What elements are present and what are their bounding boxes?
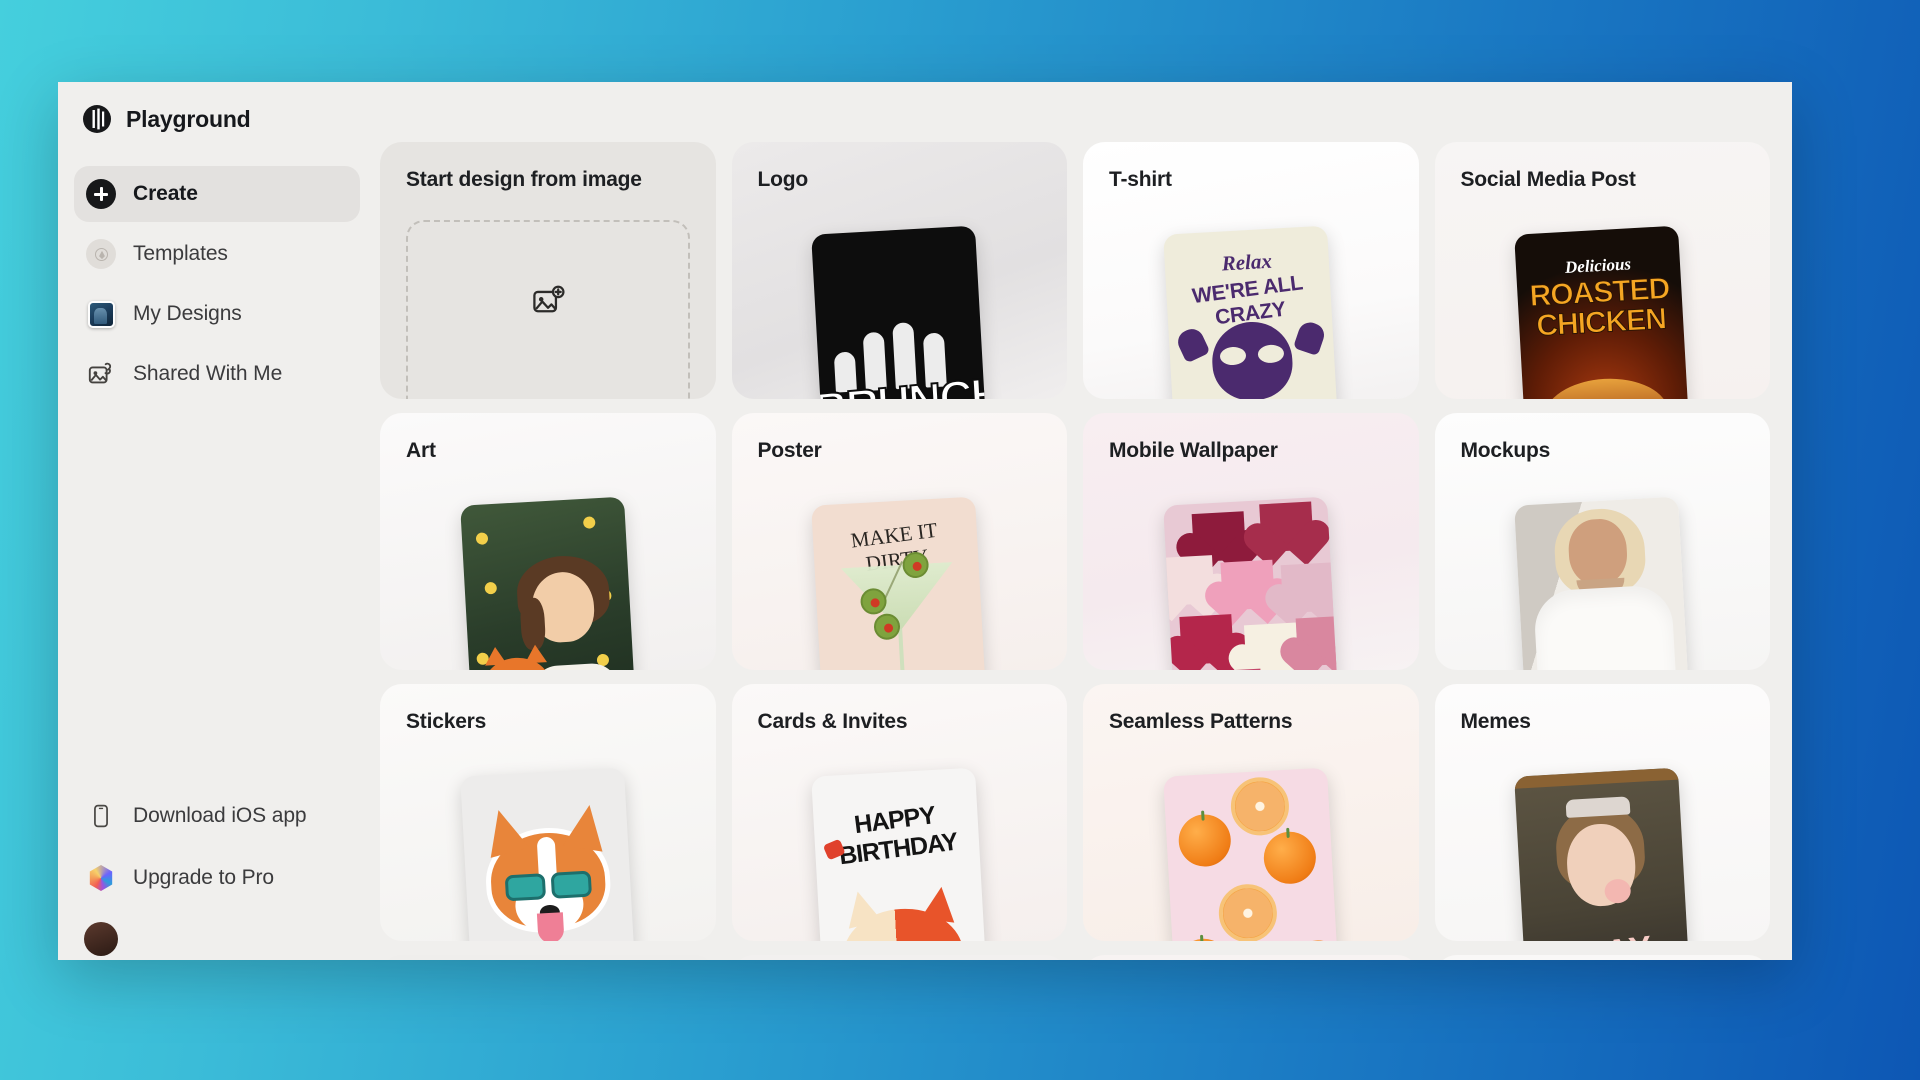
sidebar-item-templates[interactable]: Templates (74, 226, 360, 282)
pro-hexagon-icon (86, 863, 116, 893)
card-thumbnail-social-media-post: Delicious ROASTED CHICKEN (1514, 225, 1691, 399)
sidebar-item-label-pro: Upgrade to Pro (133, 866, 275, 889)
sidebar-item-shared-with-me[interactable]: Shared With Me (74, 346, 360, 402)
corgi-ear-right (562, 801, 609, 852)
corgi-tongue (536, 912, 565, 941)
brand: Playground (74, 82, 360, 154)
card-t-shirt[interactable]: T-shirt Relax WE'RE ALL CRAZY (1083, 142, 1419, 399)
sidebar-item-label-create: Create (133, 182, 198, 205)
card-thumbnail-t-shirt: Relax WE'RE ALL CRAZY (1162, 225, 1339, 399)
card-thumbnail-mockups (1514, 496, 1691, 670)
raccoon-paw-right (1292, 319, 1327, 357)
card-cat-art (840, 884, 966, 941)
martini-stem (898, 628, 906, 670)
upload-dropzone[interactable] (406, 220, 690, 399)
card-thumbnail-mobile-wallpaper (1162, 496, 1339, 670)
image-link-icon (86, 359, 116, 389)
card-thumbnail-seamless-patterns (1162, 767, 1339, 941)
template-grid-next-row (376, 955, 1792, 960)
card-title-cards-and-invites: Cards & Invites (757, 710, 908, 733)
avatar[interactable] (84, 922, 118, 956)
card-title-t-shirt: T-shirt (1109, 168, 1172, 191)
card-title-mobile-wallpaper: Mobile Wallpaper (1109, 439, 1278, 462)
cat-ear-right (920, 884, 959, 923)
card-thumbnail-art (459, 496, 636, 670)
sidebar-item-label-shared: Shared With Me (133, 362, 283, 385)
card-title-social-media-post: Social Media Post (1460, 168, 1636, 191)
image-plus-icon (531, 284, 565, 323)
card-social-media-post[interactable]: Social Media Post Delicious ROASTED CHIC… (1434, 142, 1770, 399)
playground-logo-icon (82, 104, 112, 134)
card-poster[interactable]: Poster MAKE IT DIRTY (731, 413, 1067, 670)
sidebar-item-label-templates: Templates (133, 242, 228, 265)
card-title-seamless-patterns: Seamless Patterns (1109, 710, 1293, 733)
card-thumbnail-memes: SLAY (1514, 767, 1691, 941)
card-placeholder[interactable] (731, 955, 1067, 960)
art-hair-side (519, 597, 547, 651)
card-title-upload: Start design from image (406, 168, 642, 191)
card-placeholder[interactable] (1434, 955, 1770, 960)
sunglasses-icon (501, 870, 594, 902)
brand-name: Playground (126, 105, 251, 132)
corgi-sticker-art (478, 801, 613, 941)
card-stickers[interactable]: Stickers (380, 684, 716, 941)
card-thumbnail-logo: BRUNCH (811, 225, 988, 399)
card-art[interactable]: Art (380, 413, 716, 670)
card-title-stickers: Stickers (406, 710, 487, 733)
roasted-chicken-art (1542, 375, 1671, 399)
mobile-phone-icon (86, 801, 116, 831)
sidebar-item-my-designs[interactable]: My Designs (74, 286, 360, 342)
card-placeholder[interactable] (380, 955, 716, 960)
cat-ear-left (841, 887, 883, 929)
card-title-poster: Poster (757, 439, 822, 462)
sidebar-item-label-my-designs: My Designs (133, 302, 242, 325)
sidebar-item-upgrade-to-pro[interactable]: Upgrade to Pro (74, 852, 360, 904)
plus-circle-icon (86, 179, 116, 209)
card-thumbnail-cards-and-invites: HAPPY BIRTHDAY (811, 767, 988, 941)
meme-crown (1565, 796, 1631, 818)
image-thumb-icon (86, 299, 116, 329)
mockup-sweatshirt (1533, 584, 1679, 670)
sidebar-item-download-ios-app[interactable]: Download iOS app (74, 790, 360, 842)
card-logo[interactable]: Logo BRUNCH (731, 142, 1067, 399)
card-thumbnail-stickers (459, 767, 636, 941)
card-headline-text: HAPPY BIRTHDAY (837, 801, 960, 871)
card-title-art: Art (406, 439, 436, 462)
sidebar-bottom-nav: Download iOS app Upgrade to Pro (74, 790, 360, 960)
card-cards-and-invites[interactable]: Cards & Invites HAPPY BIRTHDAY (731, 684, 1067, 941)
card-start-design-from-image[interactable]: Start design from image (380, 142, 716, 399)
card-mockups[interactable]: Mockups (1434, 413, 1770, 670)
card-seamless-patterns[interactable]: Seamless Patterns (1083, 684, 1419, 941)
card-placeholder[interactable] (1083, 955, 1419, 960)
card-title-memes: Memes (1460, 710, 1531, 733)
card-title-logo: Logo (757, 168, 809, 191)
card-mobile-wallpaper[interactable]: Mobile Wallpaper (1083, 413, 1419, 670)
card-thumbnail-poster: MAKE IT DIRTY (811, 496, 988, 670)
art-fox (482, 656, 552, 670)
app-window: Playground Create Templates My Designs S… (58, 82, 1792, 960)
main-content: Start design from image Logo T-shirt Rel… (376, 82, 1792, 960)
template-grid: Start design from image Logo T-shirt Rel… (376, 142, 1792, 941)
primary-nav: Create Templates My Designs Shared With … (74, 166, 360, 402)
sidebar: Playground Create Templates My Designs S… (58, 82, 376, 960)
sidebar-item-label-ios: Download iOS app (133, 804, 307, 827)
corgi-ear-left (478, 804, 530, 858)
compass-icon (86, 239, 116, 269)
raccoon-art (1209, 319, 1295, 399)
card-title-mockups: Mockups (1460, 439, 1551, 462)
card-memes[interactable]: Memes SLAY (1434, 684, 1770, 941)
sidebar-item-create[interactable]: Create (74, 166, 360, 222)
